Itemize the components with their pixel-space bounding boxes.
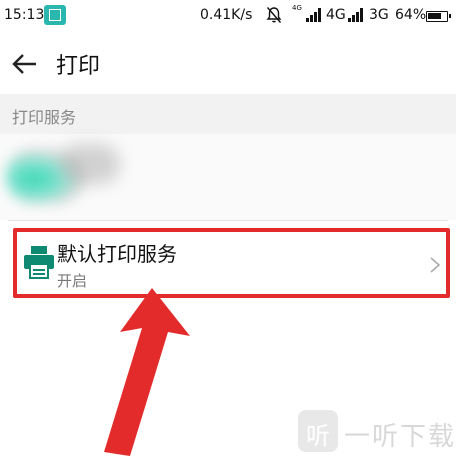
print-service-status: 开启 [57,272,88,290]
battery-percent: 64% [395,7,427,23]
signal-icon [306,8,321,22]
network-type-small: 4G [292,4,302,12]
default-print-service-item[interactable]: 默认打印服务 开启 [13,228,450,298]
battery-icon [426,11,451,22]
back-arrow-icon[interactable] [8,48,40,80]
blurred-service-item[interactable] [0,134,456,220]
title-bar: 打印 [0,32,456,94]
network-speed: 0.41K/s [200,7,253,23]
chevron-right-icon [430,257,441,273]
blurred-label [60,144,120,184]
watermark-text: 一听下载 [344,422,456,452]
watermark-logo-text: 听 [306,422,330,450]
print-service-title: 默认打印服务 [57,242,177,266]
network-type-1: 4G [326,7,346,23]
section-title: 打印服务 [12,108,77,127]
mute-bell-icon [266,7,282,23]
divider [8,220,448,221]
status-bar: 15:13 0.41K/s 4G 4G 3G 64% [0,0,456,32]
signal-icon-2 [348,8,363,22]
network-type-2: 3G [369,7,389,23]
status-time: 15:13 [4,7,45,23]
printer-icon [24,246,54,279]
watermark-logo-icon: 听 [298,410,338,452]
screenshot-icon [44,5,66,25]
section-header: 打印服务 [0,94,456,134]
page-title: 打印 [56,54,101,79]
watermark: 听 一听下载 [294,410,456,456]
red-arrow-annotation [104,288,190,456]
